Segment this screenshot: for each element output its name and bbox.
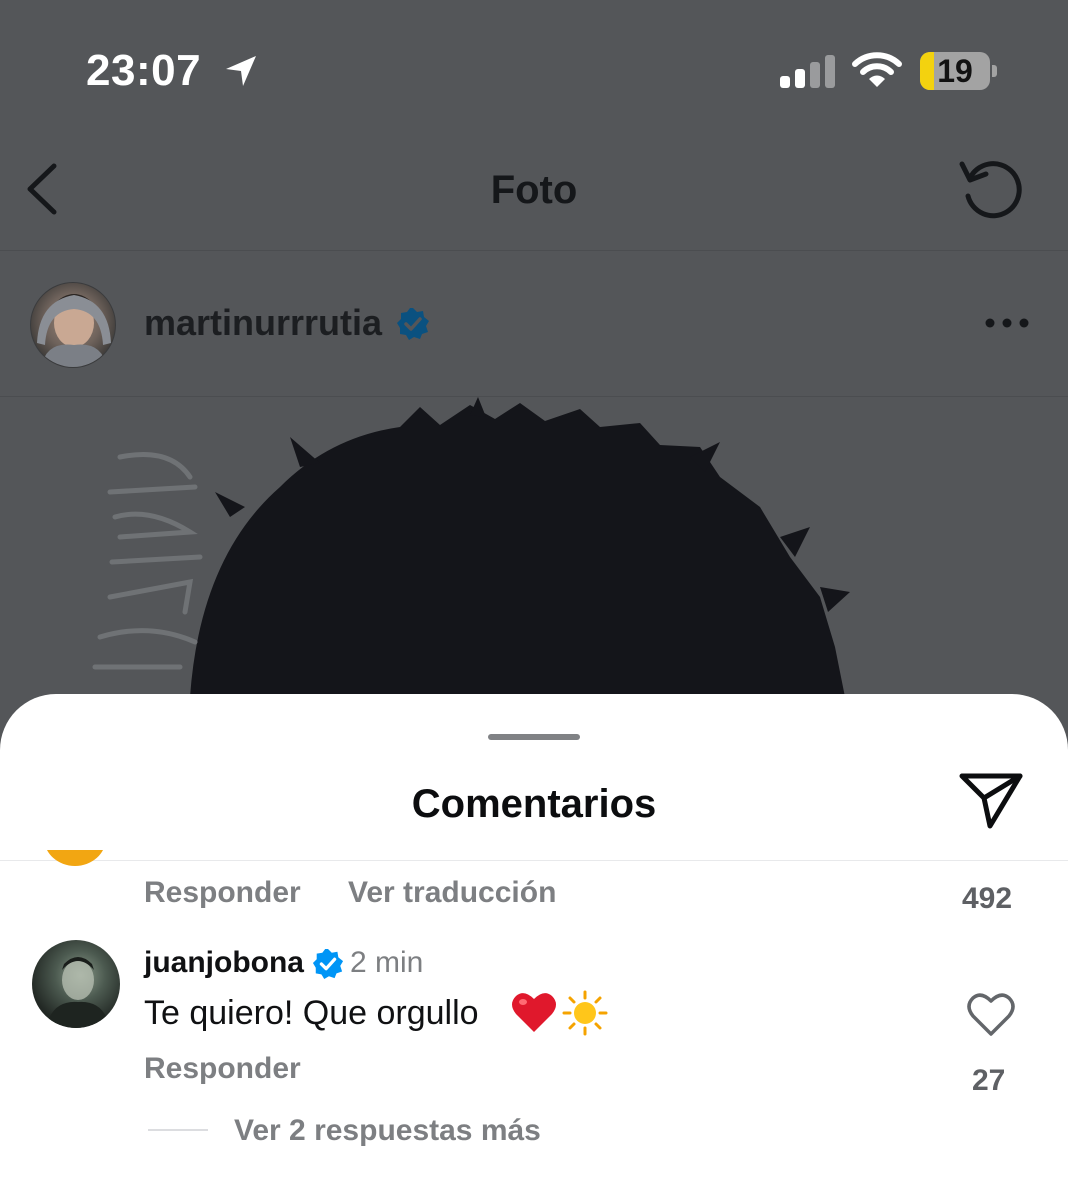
comments-title: Comentarios [411,782,657,826]
page-title: Foto [490,168,578,212]
more-horizontal-icon[interactable] [984,316,1030,330]
wifi-icon [852,52,902,87]
status-time: 23:07 [86,46,202,95]
post-author-username[interactable]: martinurrrutia [144,302,382,344]
sun-emoji [562,990,608,1036]
dimmed-photo-screen: 23:07 19 Foto martinurrrutia [0,0,1068,760]
verified-badge-icon [312,948,344,980]
post-author-avatar[interactable] [30,282,116,368]
battery-level: 19 [937,53,973,89]
comment-text: Te quiero! Que orgullo [144,994,479,1032]
nav-divider [0,250,1068,251]
view-more-replies-button[interactable]: Ver 2 respuestas más [234,1114,541,1148]
battery-icon: 19 [920,52,998,90]
send-icon[interactable] [958,768,1024,830]
verified-badge-icon [397,308,429,340]
like-heart-icon[interactable] [966,992,1016,1038]
refresh-icon[interactable] [956,156,1024,224]
comment-timestamp: 2 min [350,946,424,979]
comment-like-count: 27 [972,1064,1006,1097]
previous-reply-button[interactable]: Responder [144,876,301,910]
location-arrow-icon [226,56,256,86]
previous-like-count: 492 [962,882,1013,915]
comment-reply-button[interactable]: Responder [144,1052,301,1086]
sheet-grabber[interactable] [488,734,580,740]
sheet-divider [0,860,1068,861]
comments-sheet: Comentarios Responder Ver traducción 492… [0,694,1068,1200]
translate-button[interactable]: Ver traducción [348,876,556,910]
previous-comment-avatar[interactable] [44,850,106,870]
replies-divider-line [148,1129,208,1131]
red-heart-emoji [512,993,556,1032]
comment-author-avatar[interactable] [32,940,120,1028]
comment-author-username[interactable]: juanjobona [144,946,304,980]
cellular-signal-icon [780,55,835,88]
